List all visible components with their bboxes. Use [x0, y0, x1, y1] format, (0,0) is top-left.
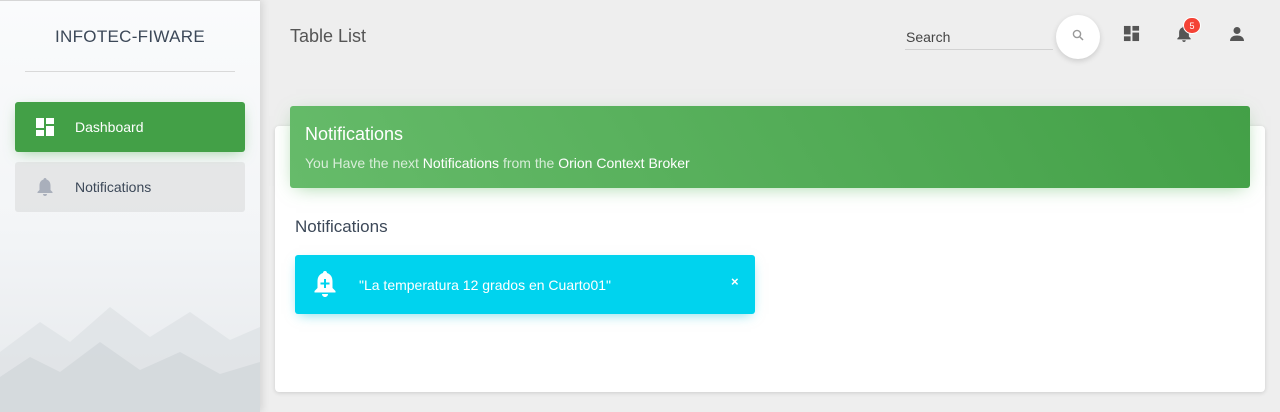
alert-close-button[interactable]: × [731, 274, 739, 289]
sidebar-background-mountains [0, 307, 260, 412]
card-title: Notifications [305, 124, 404, 144]
card-subtitle-notifications: Notifications [422, 155, 500, 171]
section-title: Notifications [295, 217, 388, 236]
sidebar-item-label: Dashboard [75, 119, 144, 135]
search-button[interactable] [1056, 15, 1100, 59]
card-subtitle-mid: from the [499, 155, 559, 171]
search-field[interactable] [905, 26, 1053, 50]
dashboard-icon [1123, 25, 1140, 47]
sidebar: INFOTEC-FIWARE Dashboard Notifications [0, 0, 260, 412]
sidebar-item-notifications[interactable]: Notifications [15, 162, 245, 212]
sidebar-item-label: Notifications [75, 179, 152, 195]
brand-divider [25, 71, 235, 72]
profile-button[interactable] [1226, 25, 1248, 47]
notification-count-badge: 5 [1183, 17, 1201, 34]
notification-alert: "La temperatura 12 grados en Cuarto01" × [295, 255, 755, 314]
search-icon [1072, 28, 1084, 46]
brand-title[interactable]: INFOTEC-FIWARE [0, 27, 260, 47]
card-subtitle: You Have the next Notifications from the… [305, 155, 690, 171]
dashboard-button[interactable] [1120, 25, 1142, 47]
person-icon [1229, 26, 1245, 47]
sidebar-item-dashboard[interactable]: Dashboard [15, 102, 245, 152]
alert-message: "La temperatura 12 grados en Cuarto01" [359, 277, 611, 293]
dashboard-icon [35, 117, 55, 137]
card-subtitle-prefix: You Have the next [305, 155, 423, 171]
bell-icon [35, 177, 55, 197]
page-title[interactable]: Table List [290, 26, 366, 47]
card-subtitle-broker: Orion Context Broker [558, 155, 690, 171]
search-input[interactable] [905, 26, 1053, 48]
bell-plus-icon [312, 270, 338, 298]
card-header: Notifications You Have the next Notifica… [290, 106, 1250, 188]
